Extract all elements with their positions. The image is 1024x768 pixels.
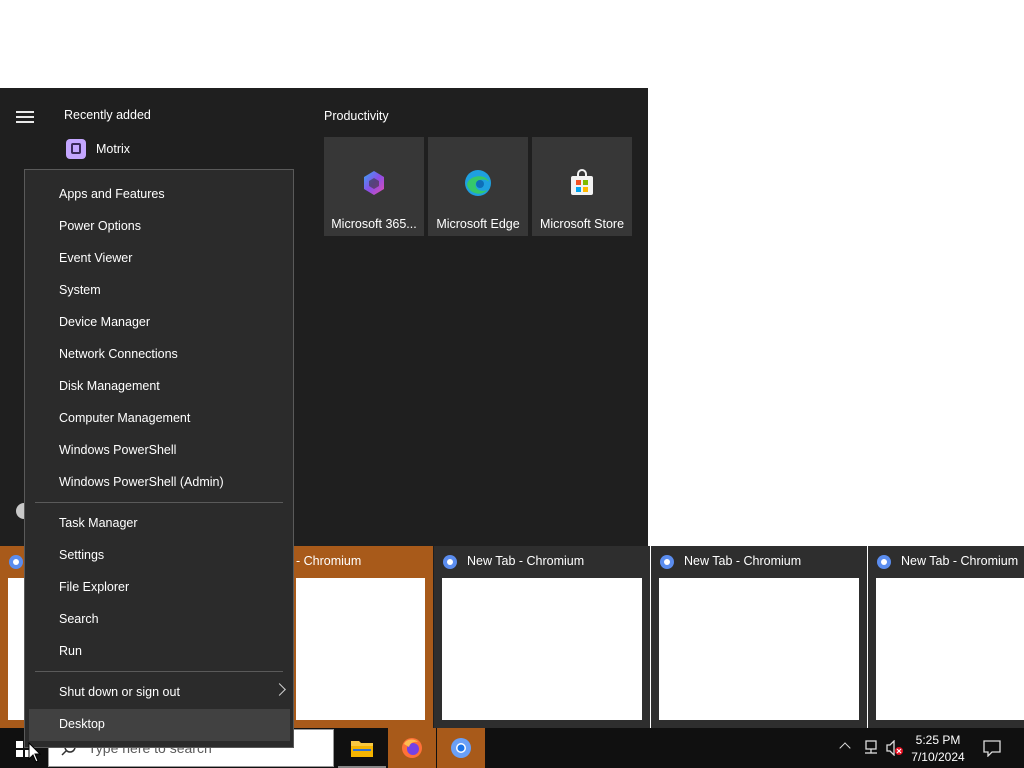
- chromium-icon: [451, 738, 471, 758]
- menu-item-desktop[interactable]: Desktop: [59, 717, 105, 731]
- menu-item-network-connections[interactable]: Network Connections: [59, 347, 178, 361]
- firefox-icon: [402, 738, 422, 758]
- clock-date[interactable]: 7/10/2024: [900, 750, 976, 764]
- window-title: New Tab - Chromium: [901, 554, 1019, 568]
- chromium-icon: [660, 555, 674, 569]
- menu-item-file-explorer[interactable]: File Explorer: [59, 580, 129, 594]
- menu-item-settings[interactable]: Settings: [59, 548, 104, 562]
- taskbar-firefox[interactable]: [388, 728, 436, 768]
- mouse-cursor-icon: [28, 742, 42, 763]
- tile-microsoft-365[interactable]: Microsoft 365...: [324, 137, 424, 236]
- tile-microsoft-store[interactable]: Microsoft Store: [532, 137, 632, 236]
- task-window-2[interactable]: - Chromium: [288, 546, 433, 730]
- chromium-icon: [877, 555, 891, 569]
- menu-item-disk-management[interactable]: Disk Management: [59, 379, 160, 393]
- task-window-5[interactable]: New Tab - Chromium: [868, 546, 1024, 730]
- window-title: - Chromium: [296, 554, 362, 568]
- show-hidden-icons-button[interactable]: [839, 741, 851, 754]
- action-center-icon[interactable]: [983, 740, 1001, 757]
- network-icon[interactable]: [862, 740, 880, 756]
- chromium-icon: [9, 555, 23, 569]
- tile-label: Microsoft 365...: [331, 217, 417, 231]
- taskbar-chromium[interactable]: [437, 728, 485, 768]
- menu-item-run[interactable]: Run: [59, 644, 82, 658]
- menu-item-event-viewer[interactable]: Event Viewer: [59, 251, 132, 265]
- window-preview: [876, 578, 1024, 720]
- menu-item-apps-and-features[interactable]: Apps and Features: [59, 187, 165, 201]
- menu-item-shut-down-or-sign-out[interactable]: Shut down or sign out: [59, 685, 180, 699]
- menu-item-power-options[interactable]: Power Options: [59, 219, 141, 233]
- task-window-3[interactable]: New Tab - Chromium: [434, 546, 650, 730]
- menu-item-task-manager[interactable]: Task Manager: [59, 516, 138, 530]
- menu-item-computer-management[interactable]: Computer Management: [59, 411, 190, 425]
- hamburger-menu-icon[interactable]: [16, 111, 34, 123]
- taskbar-file-explorer[interactable]: [338, 728, 386, 768]
- menu-item-windows-powershell[interactable]: Windows PowerShell: [59, 443, 176, 457]
- tile-label: Microsoft Store: [539, 217, 625, 231]
- chevron-right-icon: [273, 683, 286, 696]
- store-icon: [571, 169, 593, 195]
- productivity-group-heading: Productivity: [324, 109, 389, 123]
- menu-item-system[interactable]: System: [59, 283, 101, 297]
- motrix-app-label[interactable]: Motrix: [96, 142, 130, 156]
- menu-item-search[interactable]: Search: [59, 612, 99, 626]
- window-title: New Tab - Chromium: [684, 554, 802, 568]
- tile-label: Microsoft Edge: [436, 217, 520, 231]
- recently-added-heading: Recently added: [64, 108, 151, 122]
- file-explorer-icon: [351, 741, 373, 757]
- menu-item-windows-powershell-admin[interactable]: Windows PowerShell (Admin): [59, 475, 224, 489]
- window-preview: [442, 578, 642, 720]
- tile-microsoft-edge[interactable]: Microsoft Edge: [428, 137, 528, 236]
- menu-separator: [35, 671, 283, 672]
- window-preview: [296, 578, 425, 720]
- window-preview: [659, 578, 859, 720]
- clock-time[interactable]: 5:25 PM: [900, 733, 976, 747]
- edge-icon: [465, 170, 491, 196]
- task-window-4[interactable]: New Tab - Chromium: [651, 546, 867, 730]
- power-user-context-menu: Apps and Features Power Options Event Vi…: [24, 169, 294, 748]
- menu-separator: [35, 502, 283, 503]
- window-title: New Tab - Chromium: [467, 554, 585, 568]
- motrix-app-icon[interactable]: [66, 139, 86, 159]
- chromium-icon: [443, 555, 457, 569]
- menu-item-device-manager[interactable]: Device Manager: [59, 315, 150, 329]
- microsoft-365-icon: [364, 171, 384, 195]
